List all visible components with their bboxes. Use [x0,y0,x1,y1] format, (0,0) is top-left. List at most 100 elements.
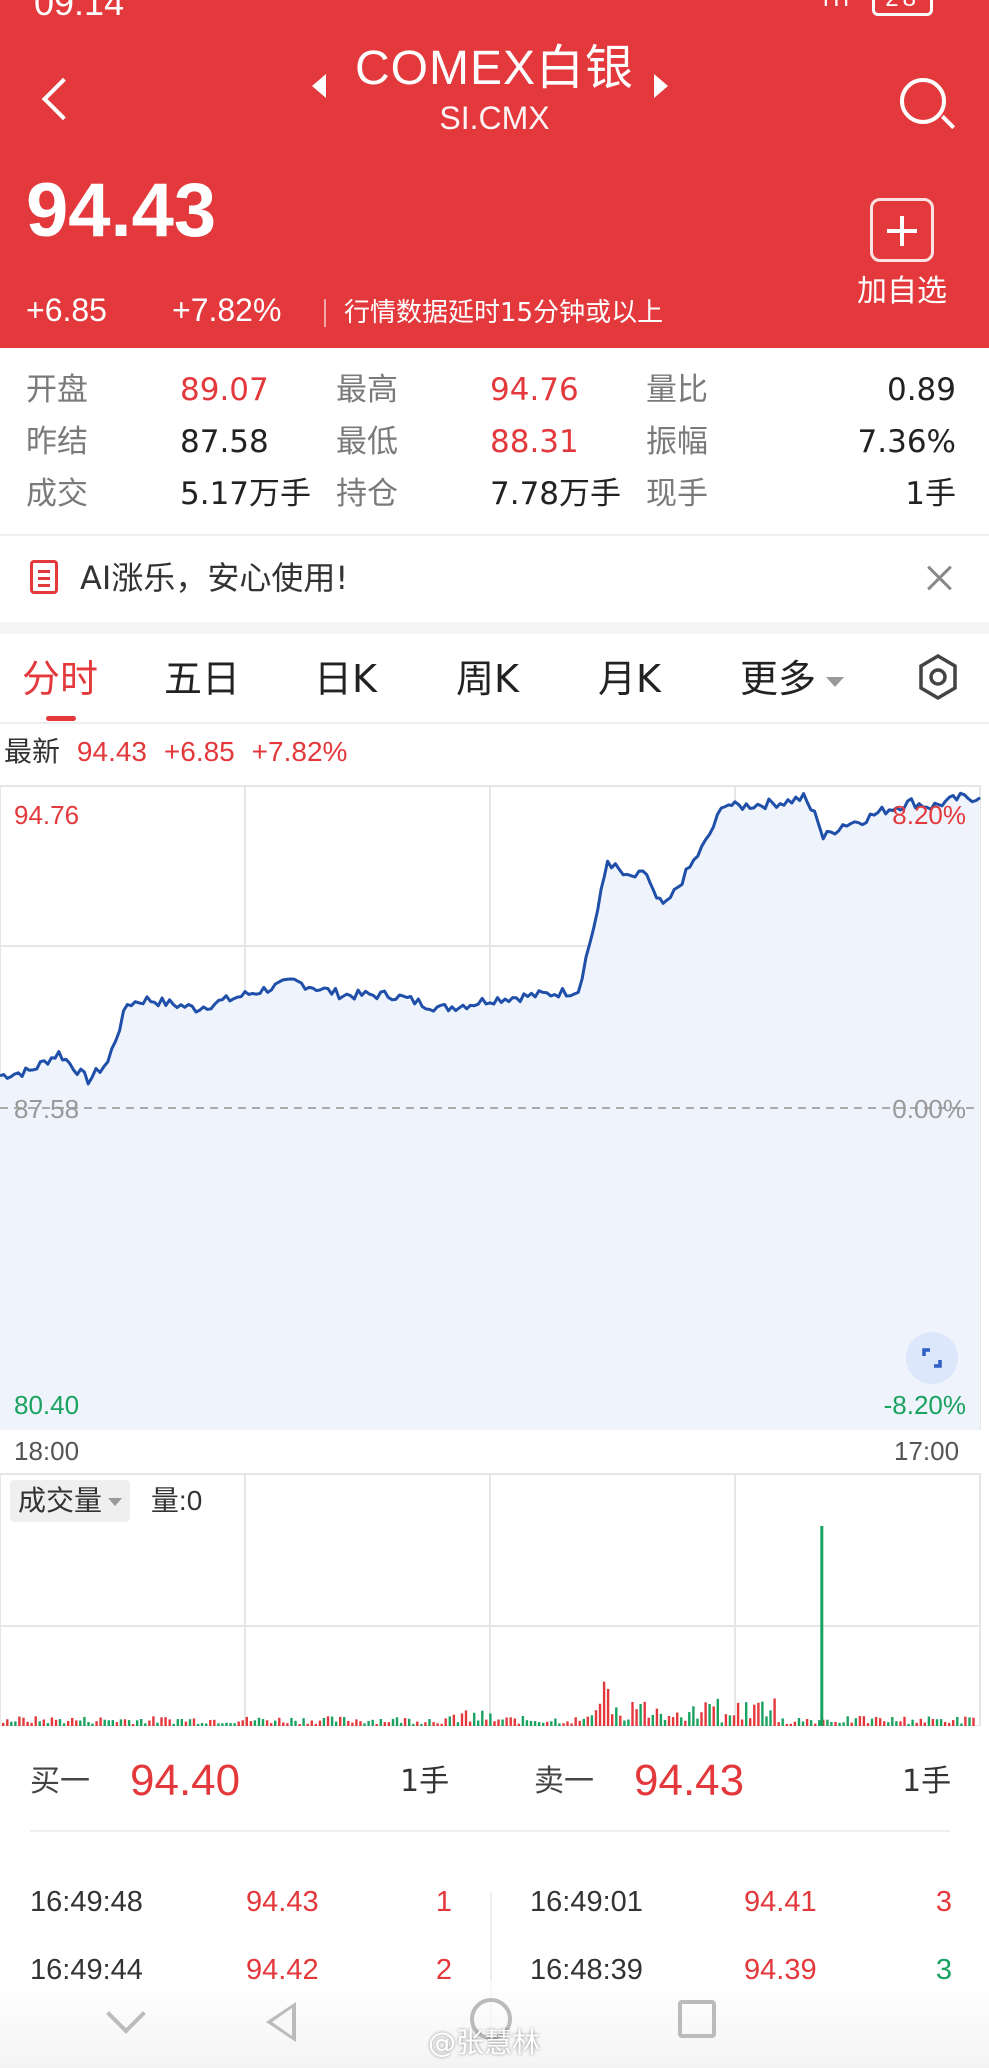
fullscreen-button[interactable] [906,1332,958,1384]
intraday-price-chart[interactable]: 94.76 87.58 80.40 8.20% 0.00% -8.20% [0,780,989,1430]
open-interest-label: 持仓 [336,476,398,512]
volume-bar [578,1720,581,1726]
volume-bar [131,1724,135,1726]
volume-bar [383,1722,386,1726]
volume-bar [574,1717,577,1726]
volume-bar [34,1716,37,1726]
watermark: @张慧林 [428,2026,541,2059]
last-price: 94.43 [26,168,217,253]
volume-bar [631,1702,634,1726]
search-icon[interactable] [900,78,946,124]
tab-weekly-k[interactable]: 周K [456,654,519,704]
volume-bar [67,1721,70,1726]
volume-bar [887,1722,890,1726]
amplitude-label: 振幅 [646,424,708,460]
volume-bar [777,1722,780,1726]
volume-bar [209,1720,212,1726]
turnover-value: 5.17万手 [180,476,312,512]
nav-recent-apps-icon[interactable] [678,2000,716,2038]
volume-bar [537,1722,541,1726]
volume-bar [627,1719,630,1726]
volume-bar [412,1723,415,1726]
add-watchlist-label[interactable]: 加自选 [842,274,962,310]
ask-label: 卖一 [534,1764,594,1799]
volume-bar [436,1723,439,1726]
volume-bar [298,1724,301,1726]
volume-header: 成交量 量:0 [10,1480,202,1522]
page-title: COMEX白银 [354,42,635,95]
volume-bar [359,1721,362,1726]
chevron-down-icon [826,676,845,687]
volume-bar [935,1719,939,1726]
volume-bar [6,1719,9,1726]
volume-indicator-label: 成交量 [18,1484,103,1517]
volume-bar [452,1714,456,1726]
volume-bar [611,1714,614,1726]
volume-bar [509,1717,512,1726]
volume-bar [428,1719,431,1726]
volume-bar [809,1720,813,1726]
volume-bar [542,1722,545,1726]
volume-bar [387,1722,391,1726]
ai-banner[interactable]: AI涨乐，安心使用! [0,536,989,622]
tab-more[interactable]: 更多 [740,654,845,704]
settings-icon[interactable] [916,652,960,702]
volume-bar [123,1719,127,1726]
chevron-down-icon[interactable] [106,1994,146,2034]
tab-five-day[interactable]: 五日 [164,654,240,704]
volume-bar [712,1706,715,1726]
volume-bar [497,1719,500,1726]
tab-monthly-k[interactable]: 月K [598,654,661,704]
volume-bar [708,1704,711,1726]
turnover-label: 成交 [26,476,88,512]
nav-back-icon[interactable] [266,2002,296,2042]
volume-bar [164,1717,167,1726]
volume-bar [785,1723,788,1726]
close-icon[interactable] [926,558,956,598]
battery-icon: 28 [872,0,933,16]
volume-bar [408,1718,411,1726]
volume-indicator-select[interactable]: 成交量 [10,1480,131,1522]
expand-icon [922,1348,942,1368]
active-tab-indicator [46,716,76,721]
volume-bar [948,1723,951,1726]
tab-intraday[interactable]: 分时 [22,654,98,704]
volume-bar [692,1706,695,1726]
volume-bar [111,1720,114,1726]
volume-bar [931,1719,935,1726]
volume-bar [895,1721,898,1726]
volume-bar [619,1715,622,1726]
volume-bar [221,1723,224,1726]
volume-bar [22,1717,25,1726]
volume-bar [274,1720,277,1726]
volume-bar [375,1724,378,1726]
volume-bar [525,1720,529,1726]
add-watchlist-button[interactable] [870,198,934,262]
volume-bar [558,1723,561,1726]
volume-bar [444,1718,447,1726]
volume-bar [79,1720,82,1726]
prev-settle-value: 87.58 [180,424,269,460]
y-min-label: 80.40 [14,1390,79,1420]
volume-bar [793,1721,797,1726]
volume-bar [830,1722,833,1726]
volume-bar [310,1720,313,1726]
ask-price: 94.43 [634,1756,745,1805]
tab-daily-k[interactable]: 日K [314,654,377,704]
volume-bar [870,1718,874,1726]
bid-price: 94.40 [130,1756,241,1805]
volume-bar [899,1721,902,1726]
volume-bar [326,1716,330,1726]
volume-bar [136,1720,139,1726]
volume-ratio-value: 0.89 [886,372,956,408]
delay-note: 行情数据延时15分钟或以上 [344,298,664,328]
open-value: 89.07 [180,372,269,408]
volume-bar [456,1722,460,1726]
volume-bar [968,1717,971,1726]
volume-bar [225,1722,228,1726]
volume-bar [854,1718,857,1726]
volume-bar [529,1721,533,1726]
volume-value: 量:0 [150,1485,203,1516]
volume-bar [87,1722,90,1726]
volume-bar [371,1719,374,1726]
